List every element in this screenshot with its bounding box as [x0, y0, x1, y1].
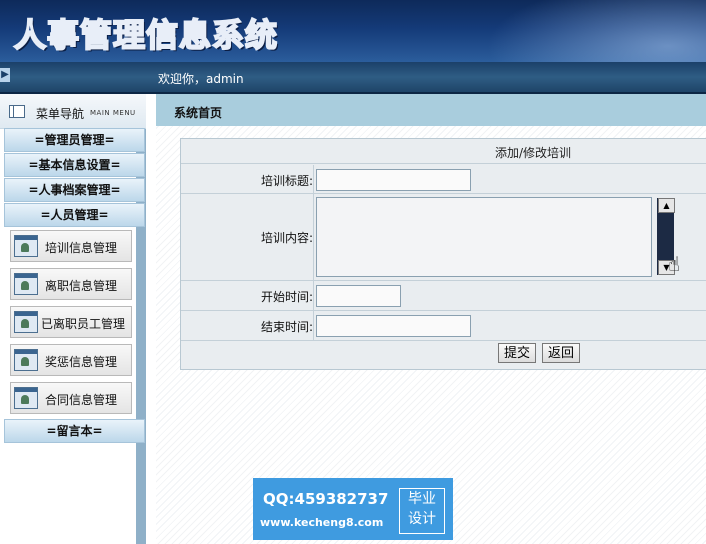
collapse-arrow-icon[interactable]: ▶ — [0, 68, 10, 82]
breadcrumb: 系统首页 — [174, 106, 223, 120]
training-form: 添加/修改培训 培训标题: 培训内容: ▲ ▼ 开始时间: 结束时间: 提交 返… — [180, 138, 706, 370]
category-admin[interactable]: =管理员管理= — [4, 128, 145, 152]
category-personnel[interactable]: =人员管理= — [4, 203, 145, 227]
sidebar-item-label: 合同信息管理 — [45, 393, 118, 407]
main-content: 系统首页 添加/修改培训 培训标题: 培训内容: ▲ ▼ 开始时间: 结束时间:… — [156, 94, 706, 544]
sidebar-item-label: 奖惩信息管理 — [45, 355, 118, 369]
user-card-icon — [14, 311, 38, 333]
category-basic-info[interactable]: =基本信息设置= — [4, 153, 145, 177]
sidebar-item-label: 离职信息管理 — [45, 279, 118, 293]
category-guestbook[interactable]: =留言本= — [4, 419, 145, 443]
header-glow — [486, 0, 706, 62]
training-content-textarea[interactable] — [316, 197, 652, 277]
welcome-bar: ▶ 欢迎你，admin — [0, 62, 706, 94]
badge-line-2: 设计 — [408, 511, 436, 527]
hand-cursor-icon: ☝ — [668, 252, 681, 276]
form-title-row: 添加/修改培训 — [181, 139, 706, 164]
sidebar-item-training[interactable]: 培训信息管理 — [10, 230, 132, 262]
watermark: QQ:459382737 www.kecheng8.com 毕业 设计 — [253, 478, 453, 540]
back-button[interactable]: 返回 — [542, 343, 580, 363]
menu-header: 菜单导航 MAIN MENU — [0, 94, 146, 129]
watermark-url: www.kecheng8.com — [260, 516, 384, 529]
welcome-text: 欢迎你，admin — [158, 72, 244, 86]
category-archive[interactable]: =人事档案管理= — [4, 178, 145, 202]
sidebar-item-label: 培训信息管理 — [45, 241, 118, 255]
end-time-input[interactable] — [316, 315, 471, 337]
scroll-up-icon[interactable]: ▲ — [658, 198, 675, 213]
training-content-label: 培训内容: — [260, 231, 313, 245]
form-row-end: 结束时间: — [181, 311, 706, 341]
start-time-input[interactable] — [316, 285, 401, 307]
app-header: 人事管理信息系统 — [0, 0, 706, 62]
form-row-start: 开始时间: — [181, 281, 706, 311]
training-title-input[interactable] — [316, 169, 471, 191]
sidebar-item-resignation[interactable]: 离职信息管理 — [10, 268, 132, 300]
end-time-label: 结束时间: — [260, 320, 313, 334]
start-time-label: 开始时间: — [260, 290, 313, 304]
sidebar: 菜单导航 MAIN MENU =管理员管理= =基本信息设置= =人事档案管理=… — [0, 94, 146, 544]
app-title: 人事管理信息系统 — [13, 15, 279, 55]
badge-line-1: 毕业 — [408, 491, 436, 507]
sidebar-item-contracts[interactable]: 合同信息管理 — [10, 382, 132, 414]
form-row-title: 培训标题: — [181, 164, 706, 194]
sidebar-item-former-staff[interactable]: 已离职员工管理 — [10, 306, 132, 338]
sidebar-item-rewards[interactable]: 奖惩信息管理 — [10, 344, 132, 376]
form-title: 添加/修改培训 — [495, 146, 572, 160]
breadcrumb-bar: 系统首页 — [156, 94, 706, 126]
menu-icon — [9, 105, 25, 118]
user-card-icon — [14, 387, 38, 409]
watermark-qq: QQ:459382737 — [263, 490, 389, 508]
submit-button[interactable]: 提交 — [498, 343, 536, 363]
sidebar-item-label: 已离职员工管理 — [41, 317, 126, 331]
user-card-icon — [14, 349, 38, 371]
training-title-label: 培训标题: — [260, 174, 313, 188]
user-card-icon — [14, 273, 38, 295]
menu-label: 菜单导航 — [36, 107, 85, 121]
watermark-badge: 毕业 设计 — [399, 488, 445, 534]
user-card-icon — [14, 235, 38, 257]
menu-sublabel: MAIN MENU — [90, 109, 136, 117]
